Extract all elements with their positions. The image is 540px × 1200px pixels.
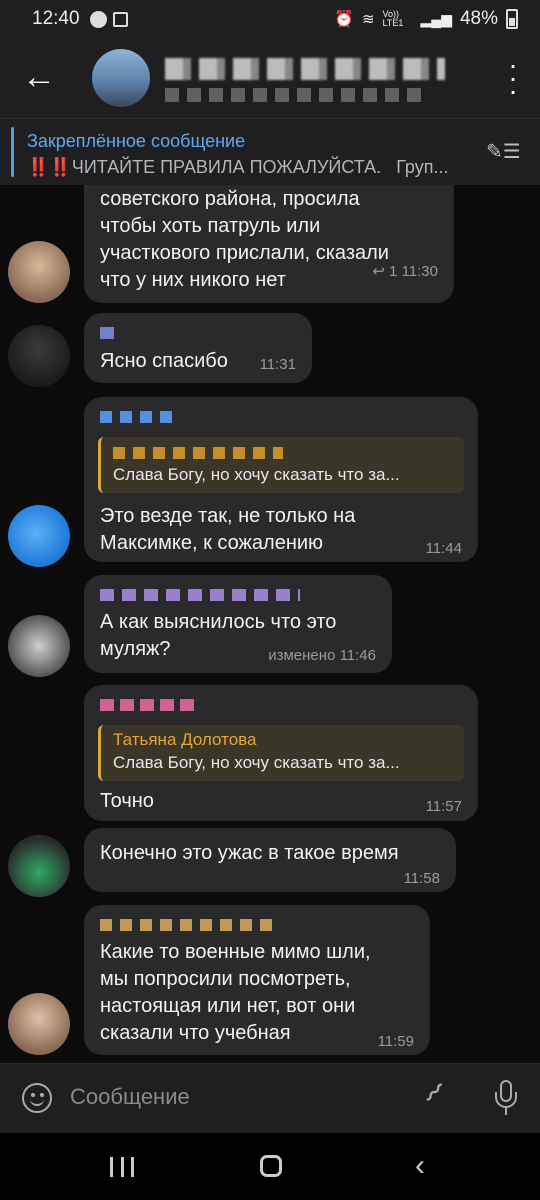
reply-quote[interactable]: Татьяна Долотова Слава Богу, но хочу ска… (98, 725, 464, 781)
lte-label: Vo)) LTE1 (382, 9, 404, 28)
message-bubble[interactable]: советского района, просила чтобы хоть па… (84, 185, 454, 303)
quote-text: Слава Богу, но хочу сказать что за... (113, 753, 400, 772)
message-bubble[interactable]: Татьяна Долотова Слава Богу, но хочу ска… (84, 685, 478, 821)
message-line: Это везде так, не только на (100, 505, 356, 527)
message-time: 11:57 (425, 798, 462, 815)
message-input[interactable]: Сообщение (70, 1084, 190, 1110)
microphone-button[interactable] (494, 1080, 518, 1116)
attach-button[interactable]: ⌇ (416, 1076, 461, 1121)
message-text: советского района, просила чтобы хоть па… (100, 186, 389, 294)
microphone-leg (505, 1108, 507, 1115)
sender-name-blurred[interactable] (100, 327, 114, 339)
reply-count[interactable]: ↩ 1 (372, 263, 397, 280)
quote-name-blurred (113, 447, 283, 459)
message-input-bar: Сообщение ⌇ (0, 1063, 540, 1134)
nav-back-button[interactable]: ‹ (415, 1151, 433, 1181)
message-list[interactable]: советского района, просила чтобы хоть па… (0, 185, 540, 1063)
message-bubble[interactable]: Какие то военные мимо шли, мы попросили … (84, 905, 430, 1055)
status-time: 12:40 (32, 8, 80, 29)
message-time: изменено 11:46 (268, 647, 376, 664)
message-time: 11:58 (403, 870, 440, 887)
sender-name-blurred[interactable] (100, 411, 180, 423)
home-button[interactable] (260, 1155, 282, 1177)
battery-icon (506, 9, 518, 29)
group-subtitle-blurred (165, 88, 425, 102)
message-text: Это везде так, не только на Максимке, к … (100, 503, 355, 557)
avatar[interactable] (8, 505, 70, 567)
pinned-suffix: Груп... (396, 157, 449, 177)
message-line: мы попросили посмотреть, (100, 968, 351, 990)
message-line: Какие то военные мимо шли, (100, 941, 371, 963)
message-bubble[interactable]: Слава Богу, но хочу сказать что за... Эт… (84, 397, 478, 562)
status-bar: 12:40 ⏰ ≋ Vo)) LTE1 ▂▄▆ 48% (0, 0, 540, 38)
message-line: участкового прислали, сказали (100, 242, 389, 264)
reply-quote[interactable]: Слава Богу, но хочу сказать что за... (98, 437, 464, 493)
pinned-message-bar[interactable]: Закреплённое сообщение ‼️‼️ЧИТАЙТЕ ПРАВИ… (0, 118, 540, 185)
pinned-body: ЧИТАЙТЕ ПРАВИЛА ПОЖАЛУЙСТА. (71, 157, 382, 177)
message-line: советского района, просила (100, 188, 360, 210)
image-icon (112, 11, 128, 27)
message-time: 11:30 (401, 263, 438, 280)
message-text: Ясно спасибо (100, 350, 228, 372)
message-text: Какие то военные мимо шли, мы попросили … (100, 939, 371, 1047)
message-line: Максимке, к сожалению (100, 532, 324, 554)
message-line: чтобы хоть патруль или (100, 215, 321, 237)
more-menu-button[interactable]: · · · (506, 51, 520, 105)
message-bubble[interactable]: Конечно это ужас в такое время 11:58 (84, 828, 456, 892)
avatar[interactable] (8, 615, 70, 677)
alarm-icon: ⏰ (334, 11, 354, 28)
message-time: 11:31 (259, 356, 296, 373)
message-line: сказали что учебная (100, 1022, 291, 1044)
chat-header: ← · · · (0, 38, 540, 118)
message-line: настоящая или нет, вот они (100, 995, 356, 1017)
avatar[interactable] (8, 325, 70, 387)
avatar[interactable] (8, 835, 70, 897)
message-line: что у них никого нет (100, 269, 286, 291)
signal-icon: ▂▄▆ (420, 10, 452, 27)
sender-name-blurred[interactable] (100, 919, 275, 931)
pinned-marks: ‼️‼️ (27, 157, 72, 177)
globe-icon (89, 10, 107, 28)
message-text: Точно (100, 790, 154, 812)
pinned-text: ‼️‼️ЧИТАЙТЕ ПРАВИЛА ПОЖАЛУЙСТА. Груп... (27, 157, 448, 178)
group-title-blurred[interactable] (165, 58, 445, 80)
quote-text: Слава Богу, но хочу сказать что за... (113, 465, 400, 484)
microphone-stand (495, 1092, 517, 1108)
message-bubble[interactable]: А как выяснилось что это муляж? изменено… (84, 575, 392, 673)
sender-name-blurred[interactable] (100, 589, 300, 601)
avatar[interactable] (8, 241, 70, 303)
message-time: 11:44 (425, 540, 462, 557)
pinned-title: Закреплённое сообщение (27, 131, 246, 151)
message-time: 11:59 (377, 1033, 414, 1050)
sender-name-blurred[interactable] (100, 699, 200, 711)
quote-author: Татьяна Долотова (113, 730, 257, 749)
group-avatar[interactable] (92, 49, 150, 107)
pinned-indicator (11, 127, 14, 177)
wifi-icon: ≋ (361, 11, 375, 28)
recents-button[interactable] (110, 1157, 134, 1177)
message-line: А как выяснилось что это (100, 611, 337, 633)
system-nav-bar: ‹ (0, 1133, 540, 1200)
message-bubble[interactable]: Ясно спасибо 11:31 (84, 313, 312, 383)
message-text: Конечно это ужас в такое время (100, 842, 399, 864)
pin-list-icon[interactable]: ✎☰ (486, 139, 522, 163)
battery-text: 48% (459, 8, 498, 29)
back-button[interactable]: ← (22, 60, 58, 96)
emoji-button[interactable] (22, 1083, 52, 1113)
avatar[interactable] (8, 993, 70, 1055)
